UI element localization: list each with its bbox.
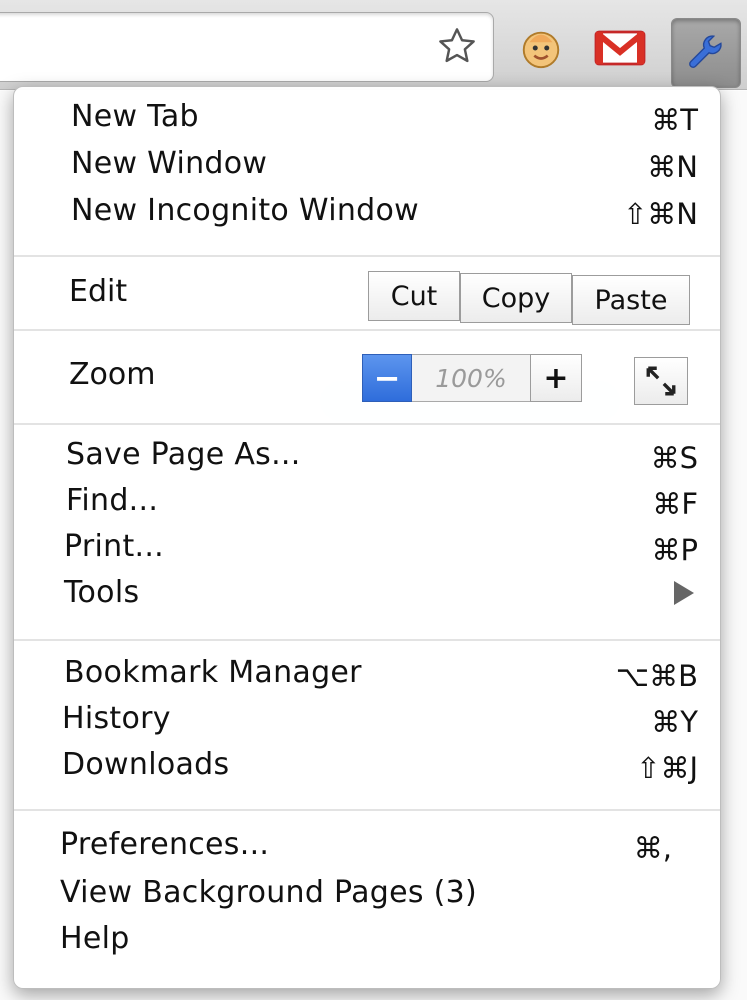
- bookmark-star-button[interactable]: [433, 22, 481, 70]
- menu-separator: [14, 329, 720, 331]
- menu-item-save-page-as[interactable]: Save Page As... ⌘S: [14, 433, 720, 479]
- menu-item-label: Help: [60, 921, 130, 956]
- menu-item-new-incognito-window[interactable]: New Incognito Window ⇧⌘N: [14, 189, 720, 235]
- cut-button[interactable]: Cut: [368, 271, 460, 321]
- menu-item-label: Find...: [66, 483, 159, 518]
- browser-toolbar: [0, 0, 747, 90]
- edit-label: Edit: [69, 274, 128, 309]
- zoom-label: Zoom: [69, 357, 156, 392]
- menu-item-new-window[interactable]: New Window ⌘N: [14, 142, 720, 188]
- menu-item-shortcut: ⌥⌘B: [615, 659, 698, 693]
- wrench-menu-button[interactable]: [671, 18, 741, 88]
- menu-item-new-tab[interactable]: New Tab ⌘T: [14, 95, 720, 141]
- menu-item-find[interactable]: Find... ⌘F: [14, 479, 720, 525]
- smiley-extension-icon: [522, 31, 560, 69]
- menu-item-print[interactable]: Print... ⌘P: [14, 525, 720, 571]
- menu-separator: [14, 809, 720, 811]
- fullscreen-button[interactable]: [634, 357, 688, 405]
- copy-button[interactable]: Copy: [460, 273, 572, 323]
- menu-item-label: New Window: [71, 146, 268, 181]
- menu-item-label: Save Page As...: [66, 437, 301, 472]
- menu-item-label: Downloads: [62, 747, 230, 782]
- menu-separator: [14, 423, 720, 425]
- menu-item-label: Bookmark Manager: [64, 655, 362, 690]
- menu-item-shortcut: ⇧⌘J: [636, 751, 698, 785]
- menu-separator: [14, 255, 720, 257]
- smiley-extension-button[interactable]: [515, 22, 567, 74]
- menu-item-view-background-pages[interactable]: View Background Pages (3): [14, 871, 720, 917]
- zoom-level-display: 100%: [412, 354, 530, 402]
- menu-item-bookmark-manager[interactable]: Bookmark Manager ⌥⌘B: [14, 651, 720, 697]
- fullscreen-icon: [646, 366, 676, 396]
- gmail-icon: [594, 30, 646, 66]
- menu-separator: [14, 639, 720, 641]
- menu-item-label: View Background Pages (3): [60, 875, 478, 910]
- menu-item-label: History: [62, 701, 171, 736]
- paste-button[interactable]: Paste: [572, 275, 690, 325]
- zoom-in-button[interactable]: +: [530, 354, 582, 402]
- minus-icon: −: [373, 359, 401, 397]
- submenu-arrow-icon: [674, 581, 694, 605]
- menu-item-tools[interactable]: Tools: [14, 571, 720, 617]
- menu-item-label: Print...: [64, 529, 165, 564]
- menu-item-downloads[interactable]: Downloads ⇧⌘J: [14, 743, 720, 789]
- gmail-extension-button[interactable]: [594, 22, 646, 74]
- plus-icon: +: [543, 360, 569, 396]
- menu-item-shortcut: ⌘,: [633, 831, 672, 865]
- wrench-dropdown-menu: New Tab ⌘T New Window ⌘N New Incognito W…: [13, 86, 721, 989]
- menu-item-shortcut: ⌘P: [651, 533, 699, 567]
- menu-item-label: Preferences...: [60, 827, 270, 862]
- menu-item-shortcut: ⇧⌘N: [623, 197, 698, 231]
- menu-item-label: New Tab: [71, 99, 199, 134]
- menu-item-shortcut: ⌘F: [652, 487, 698, 521]
- zoom-out-button[interactable]: −: [362, 354, 412, 402]
- menu-item-shortcut: ⌘N: [647, 150, 698, 184]
- menu-item-help[interactable]: Help: [14, 917, 720, 963]
- menu-item-shortcut: ⌘T: [651, 103, 698, 137]
- menu-item-label: Tools: [64, 575, 140, 610]
- menu-item-shortcut: ⌘S: [650, 441, 698, 475]
- menu-item-shortcut: ⌘Y: [651, 705, 698, 739]
- menu-item-preferences[interactable]: Preferences... ⌘,: [14, 823, 720, 869]
- star-icon: [439, 28, 475, 63]
- omnibox[interactable]: [0, 12, 494, 82]
- menu-item-history[interactable]: History ⌘Y: [14, 697, 720, 743]
- menu-item-label: New Incognito Window: [71, 193, 420, 228]
- wrench-icon: [689, 35, 722, 68]
